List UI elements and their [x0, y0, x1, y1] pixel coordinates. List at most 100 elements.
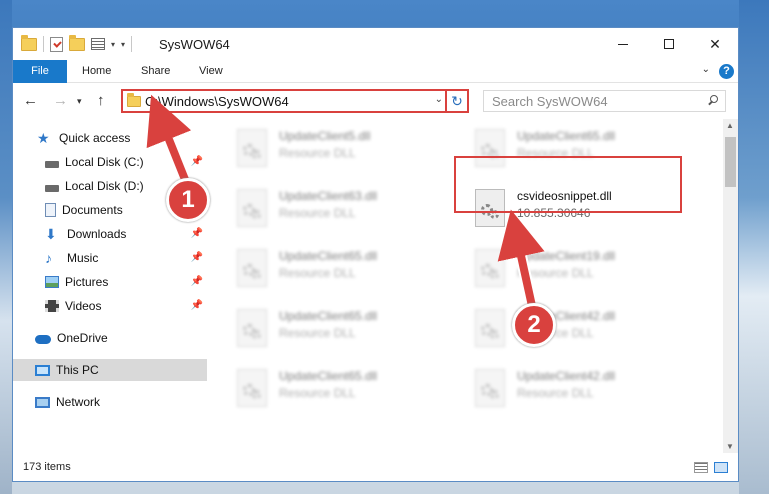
file-item[interactable]: UpdateClient65.dll Resource DLL [231, 303, 461, 357]
tab-home[interactable]: Home [82, 60, 111, 83]
window-controls: ✕ [600, 28, 738, 60]
details-view-icon[interactable] [694, 462, 708, 473]
tab-view[interactable]: View [199, 60, 223, 83]
file-description: Resource DLL [279, 146, 356, 160]
customize-icon[interactable] [91, 38, 105, 50]
chevron-down-icon[interactable]: ⌄ [435, 94, 443, 105]
close-button[interactable]: ✕ [692, 28, 738, 60]
maximize-icon [664, 39, 674, 49]
sidebar-item-label: Network [56, 395, 101, 409]
refresh-icon[interactable]: ↻ [445, 91, 467, 111]
help-icon[interactable]: ? [719, 64, 734, 79]
search-placeholder: Search SysWOW64 [492, 94, 608, 109]
new-folder-icon[interactable] [69, 34, 85, 51]
dll-file-icon [237, 129, 267, 167]
file-explorer-window: ▾ ▾ SysWOW64 ✕ File Home Share View ⌄ ? … [12, 27, 739, 482]
network-icon [35, 396, 50, 408]
step-1-callout: 1 [166, 178, 210, 222]
title-bar[interactable]: ▾ ▾ SysWOW64 ✕ [13, 28, 738, 60]
sidebar-item-label: Pictures [65, 275, 109, 289]
recent-locations-icon[interactable]: ▾ [77, 96, 82, 107]
tab-file[interactable]: File [13, 60, 67, 83]
sidebar-item-videos[interactable]: Videos 📌 [13, 295, 207, 317]
desktop-background-left [0, 0, 12, 494]
ribbon-tabs: File Home Share View ⌄ ? [13, 60, 738, 83]
folder-icon [21, 34, 37, 51]
file-description: Resource DLL [517, 386, 594, 400]
file-name: UpdateClient65.dll [279, 369, 378, 383]
properties-check-icon[interactable] [50, 36, 63, 52]
file-description: Resource DLL [517, 266, 594, 280]
file-highlight-box [454, 156, 682, 213]
this-pc-icon [35, 364, 50, 376]
pin-icon[interactable]: 📌 [191, 228, 203, 239]
downloads-icon: ⬇ [45, 226, 57, 242]
search-icon[interactable] [708, 95, 719, 106]
star-icon: ★ [37, 130, 50, 146]
chevron-down-icon[interactable]: ▾ [111, 40, 115, 49]
file-item[interactable]: UpdateClient65.dll Resource DLL [231, 363, 461, 417]
dll-file-icon [475, 249, 505, 287]
close-icon: ✕ [709, 35, 721, 52]
qat-dropdown-icon[interactable]: ▾ [121, 40, 125, 49]
pin-icon[interactable]: 📌 [191, 252, 203, 263]
expand-ribbon-icon[interactable]: ⌄ [702, 64, 710, 75]
sidebar-item-this-pc[interactable]: This PC [13, 359, 207, 381]
sidebar-item-downloads[interactable]: ⬇ Downloads 📌 [13, 223, 207, 245]
separator [131, 36, 133, 52]
pin-icon[interactable]: 📌 [191, 276, 203, 287]
sidebar-item-music[interactable]: ♪ Music 📌 [13, 247, 207, 269]
file-name: UpdateClient63.dll [279, 189, 378, 203]
tab-share[interactable]: Share [141, 60, 170, 83]
sidebar-item-pictures[interactable]: Pictures 📌 [13, 271, 207, 293]
pictures-icon [45, 276, 59, 288]
desktop-background-right [739, 0, 769, 494]
sidebar-item-onedrive[interactable]: OneDrive [13, 327, 207, 349]
file-item[interactable]: UpdateClient42.dll Resource DLL [469, 363, 699, 417]
sidebar-item-label: Local Disk (C:) [65, 155, 144, 169]
file-item[interactable]: UpdateClient42.dll Resource DLL [469, 303, 699, 357]
maximize-button[interactable] [646, 28, 692, 60]
sidebar-item-quick-access[interactable]: ★ Quick access [13, 127, 207, 149]
sidebar-item-local-disk-c[interactable]: Local Disk (C:) 📌 [13, 151, 207, 173]
file-name: UpdateClient65.dll [279, 309, 378, 323]
minimize-button[interactable] [600, 28, 646, 60]
address-bar[interactable]: C:\Windows\SysWOW64 ⌄ ↻ [121, 89, 469, 113]
separator [43, 36, 44, 52]
file-description: Resource DLL [279, 386, 356, 400]
address-path[interactable]: C:\Windows\SysWOW64 [145, 94, 289, 109]
dll-file-icon [475, 369, 505, 407]
search-input[interactable]: Search SysWOW64 [483, 90, 726, 112]
disk-icon [45, 160, 59, 168]
sidebar-item-network[interactable]: Network [13, 391, 207, 413]
minimize-icon [618, 43, 628, 45]
scroll-thumb[interactable] [725, 137, 736, 187]
file-item[interactable]: UpdateClient65.dll Resource DLL [231, 243, 461, 297]
onedrive-icon [35, 335, 51, 344]
file-item[interactable]: UpdateClient19.dll Resource DLL [469, 243, 699, 297]
dll-file-icon [237, 249, 267, 287]
status-bar: 173 items [13, 453, 738, 481]
scroll-up-icon[interactable]: ▲ [726, 121, 734, 130]
back-arrow-icon[interactable]: ← [23, 92, 38, 109]
sidebar-item-label: Local Disk (D:) [65, 179, 144, 193]
up-arrow-icon[interactable]: ↑ [97, 92, 105, 109]
file-item[interactable]: UpdateClient5.dll Resource DLL [231, 123, 461, 177]
sidebar-item-label: Videos [65, 299, 102, 313]
folder-icon [127, 93, 141, 107]
sidebar-item-label: This PC [56, 363, 99, 377]
forward-arrow-icon[interactable]: → [53, 92, 68, 109]
sidebar-item-label: Quick access [59, 131, 131, 145]
file-item[interactable]: UpdateClient63.dll Resource DLL [231, 183, 461, 237]
file-description: Resource DLL [279, 206, 356, 220]
dll-file-icon [237, 189, 267, 227]
sidebar-item-label: Music [67, 251, 99, 265]
pin-icon[interactable]: 📌 [191, 300, 203, 311]
file-name: UpdateClient65.dll [517, 129, 616, 143]
pin-icon[interactable]: 📌 [191, 156, 203, 167]
vertical-scrollbar[interactable]: ▲ ▼ [723, 119, 738, 453]
large-icons-view-icon[interactable] [714, 462, 728, 473]
navigation-bar: ← → ▾ ↑ C:\Windows\SysWOW64 ⌄ ↻ Search S… [13, 83, 738, 119]
scroll-down-icon[interactable]: ▼ [726, 442, 734, 451]
file-name: UpdateClient42.dll [517, 369, 616, 383]
